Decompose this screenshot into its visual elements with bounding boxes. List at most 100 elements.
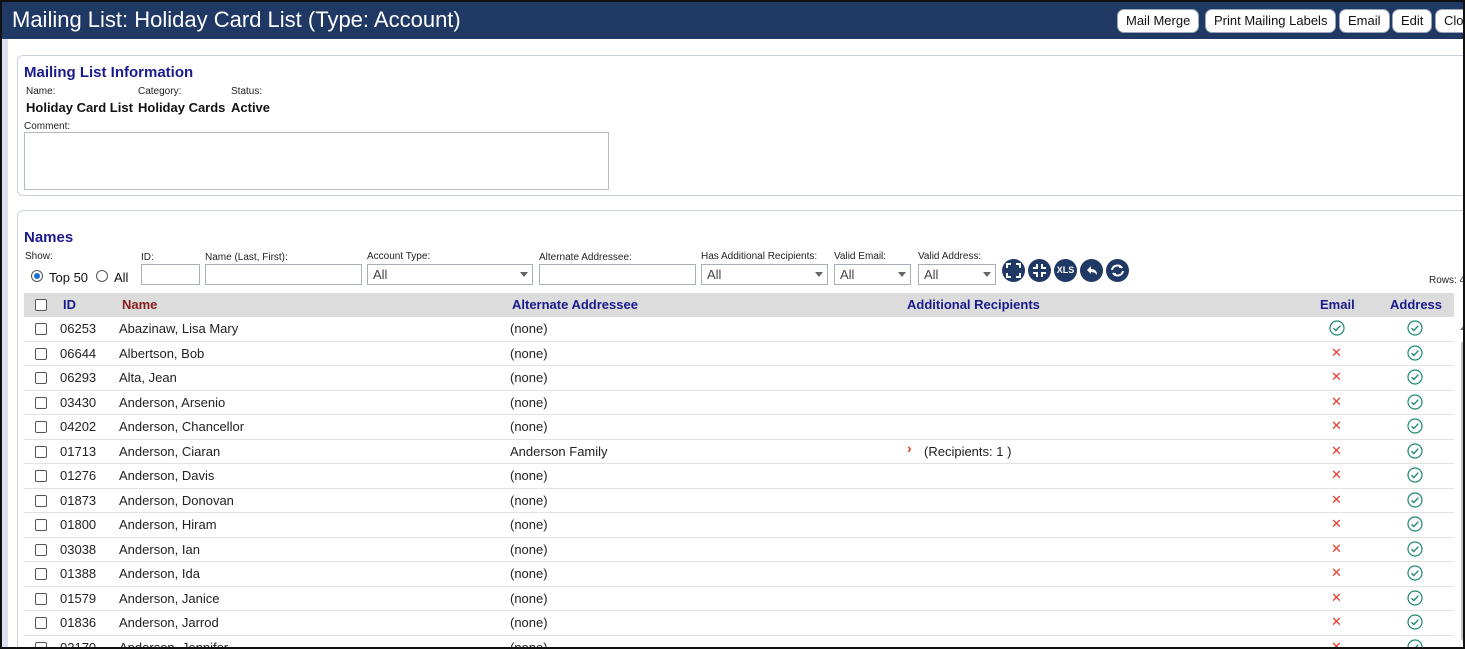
check-circle-icon xyxy=(1407,344,1423,366)
edit-button[interactable]: Edit xyxy=(1392,9,1433,33)
table-row[interactable]: 01713 Anderson, Ciaran Anderson Family › (Re… xyxy=(24,439,1454,464)
row-checkbox[interactable] xyxy=(35,592,47,605)
scroll-thumb[interactable] xyxy=(1461,341,1463,641)
chevron-down-icon xyxy=(898,272,906,277)
app-window: Mailing List: Holiday Card List (Type: A… xyxy=(0,0,1465,649)
col-additional-header[interactable]: Additional Recipients xyxy=(907,297,1040,312)
table-row[interactable]: 03430 Anderson, Arsenio (none) ✕ xyxy=(24,390,1454,415)
table-row[interactable]: 03038 Anderson, Ian (none) ✕ xyxy=(24,537,1454,562)
col-id-header[interactable]: ID xyxy=(63,297,76,312)
row-checkbox[interactable] xyxy=(35,421,47,433)
mailing-list-info-panel: Mailing List Information Name: Holiday C… xyxy=(17,55,1463,196)
comment-label: Comment: xyxy=(24,121,71,132)
row-checkbox[interactable] xyxy=(35,445,47,458)
row-id: 04202 xyxy=(60,419,97,434)
undo-icon[interactable] xyxy=(1080,259,1103,282)
row-checkbox[interactable] xyxy=(35,641,47,647)
row-checkbox[interactable] xyxy=(35,568,47,580)
top50-radio[interactable] xyxy=(31,270,43,282)
x-icon: ✕ xyxy=(1331,565,1342,580)
print-mailing-labels-button[interactable]: Print Mailing Labels xyxy=(1205,9,1337,33)
id-filter-input[interactable] xyxy=(141,264,200,285)
row-checkbox[interactable] xyxy=(35,396,47,409)
excel-export-icon[interactable]: XLS xyxy=(1054,259,1077,282)
chevron-down-icon xyxy=(815,272,823,277)
x-icon: ✕ xyxy=(1331,491,1342,507)
table-row[interactable]: 06644 Albertson, Bob (none) ✕ xyxy=(24,341,1454,366)
email-button[interactable]: Email xyxy=(1339,9,1390,33)
table-row[interactable]: 01873 Anderson, Donovan (none) ✕ xyxy=(24,488,1454,513)
valid-address-select[interactable]: All xyxy=(918,264,996,285)
account-type-select[interactable]: All xyxy=(367,264,533,285)
row-id: 01836 xyxy=(60,615,97,630)
row-checkbox[interactable] xyxy=(35,347,47,360)
select-all-checkbox[interactable] xyxy=(35,299,47,311)
all-radio[interactable] xyxy=(96,270,108,282)
col-alt-header[interactable]: Alternate Addressee xyxy=(512,297,638,312)
vertical-scrollbar[interactable] xyxy=(1458,319,1463,647)
check-circle-icon xyxy=(1407,491,1423,513)
row-checkbox[interactable] xyxy=(35,617,47,629)
row-name: Anderson, Ciaran xyxy=(119,443,221,459)
row-checkbox[interactable] xyxy=(35,543,47,556)
check-circle-icon xyxy=(1407,516,1423,537)
row-alt-addressee: (none) xyxy=(510,541,548,557)
table-row[interactable]: 02170 Anderson, Jennifer (none) ✕ xyxy=(24,635,1454,647)
check-circle-icon xyxy=(1407,442,1423,464)
row-checkbox[interactable] xyxy=(35,494,47,507)
table-row[interactable]: 04202 Anderson, Chancellor (none) ✕ xyxy=(24,415,1454,440)
refresh-icon[interactable] xyxy=(1106,259,1129,282)
check-circle-icon xyxy=(1407,540,1423,562)
has-additional-label: Has Additional Recipients: xyxy=(701,251,818,262)
x-icon: ✕ xyxy=(1331,614,1342,629)
row-name: Abazinaw, Lisa Mary xyxy=(119,321,239,336)
row-checkbox[interactable] xyxy=(35,372,47,384)
expand-icon[interactable] xyxy=(1002,259,1025,282)
row-id: 01873 xyxy=(60,492,97,508)
scroll-up-icon[interactable] xyxy=(1460,325,1463,330)
mail-merge-button[interactable]: Mail Merge xyxy=(1117,9,1200,33)
row-id: 01388 xyxy=(60,566,97,581)
name-filter-input[interactable] xyxy=(205,264,362,285)
check-circle-icon xyxy=(1407,614,1423,635)
alt-addressee-filter-input[interactable] xyxy=(539,264,696,285)
row-id: 03430 xyxy=(60,394,97,410)
alt-addressee-filter-label: Alternate Addressee: xyxy=(539,252,632,263)
comment-box[interactable] xyxy=(24,132,609,190)
has-additional-select[interactable]: All xyxy=(701,264,828,285)
row-checkbox[interactable] xyxy=(35,519,47,531)
table-row[interactable]: 01579 Anderson, Janice (none) ✕ xyxy=(24,586,1454,611)
check-circle-icon xyxy=(1407,320,1423,341)
table-row[interactable]: 01800 Anderson, Hiram (none) ✕ xyxy=(24,513,1454,538)
table-row[interactable]: 01276 Anderson, Davis (none) ✕ xyxy=(24,464,1454,489)
table-row[interactable]: 06293 Alta, Jean (none) ✕ xyxy=(24,366,1454,391)
x-icon: ✕ xyxy=(1331,393,1342,409)
row-alt-addressee: (none) xyxy=(510,566,548,581)
col-address-header[interactable]: Address xyxy=(1390,297,1442,312)
col-email-header[interactable]: Email xyxy=(1320,297,1355,312)
valid-email-select[interactable]: All xyxy=(834,264,911,285)
x-icon: ✕ xyxy=(1331,344,1342,360)
has-additional-value: All xyxy=(707,267,722,282)
table-row[interactable]: 06253 Abazinaw, Lisa Mary (none) xyxy=(24,317,1454,342)
table-header: ID Name Alternate Addressee Additional R… xyxy=(24,293,1454,317)
status-label: Status: xyxy=(231,86,263,97)
row-name: Anderson, Arsenio xyxy=(119,394,226,410)
category-value: Holiday Cards xyxy=(138,100,226,115)
table-row[interactable]: 01836 Anderson, Jarrod (none) ✕ xyxy=(24,611,1454,636)
expand-arrow-icon[interactable]: › xyxy=(907,440,912,456)
row-id: 06253 xyxy=(60,321,97,336)
row-alt-addressee: (none) xyxy=(510,370,548,385)
collapse-icon[interactable] xyxy=(1028,259,1051,282)
x-icon: ✕ xyxy=(1331,516,1342,531)
x-icon: ✕ xyxy=(1331,540,1342,556)
close-button[interactable]: Close xyxy=(1435,9,1463,33)
row-checkbox[interactable] xyxy=(35,323,47,335)
status-value: Active xyxy=(231,100,271,115)
row-checkbox[interactable] xyxy=(35,470,47,482)
check-circle-icon xyxy=(1407,589,1423,611)
col-name-header[interactable]: Name xyxy=(122,297,157,312)
row-id: 01276 xyxy=(60,468,97,483)
table-row[interactable]: 01388 Anderson, Ida (none) ✕ xyxy=(24,562,1454,587)
row-alt-addressee: (none) xyxy=(510,321,548,336)
